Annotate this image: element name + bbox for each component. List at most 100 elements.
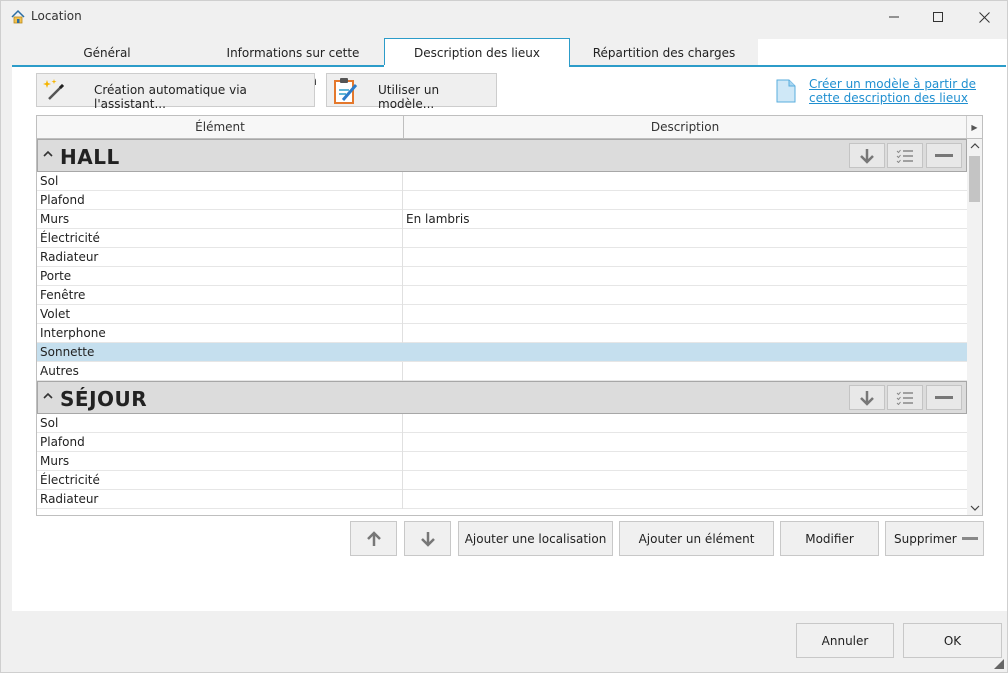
scroll-down-icon[interactable]: [967, 501, 982, 515]
group-list-button[interactable]: [887, 385, 923, 410]
cell-description[interactable]: [406, 452, 966, 471]
table-row[interactable]: Fenêtre: [37, 286, 967, 305]
cell-description[interactable]: [406, 305, 966, 324]
cell-description[interactable]: [406, 267, 966, 286]
use-template-button[interactable]: Utiliser un modèle...: [326, 73, 497, 111]
group-list-button[interactable]: [887, 143, 923, 168]
tab-description-des-lieux[interactable]: Description des lieux: [384, 38, 570, 66]
tab-general[interactable]: Général: [12, 39, 202, 66]
scroll-up-icon[interactable]: [967, 139, 982, 153]
grid-header: Élément Description ▶: [37, 116, 982, 139]
window-title: Location: [31, 9, 82, 23]
ok-button[interactable]: OK: [903, 623, 1002, 658]
maximize-icon: [933, 12, 943, 22]
cancel-button[interactable]: Annuler: [796, 623, 894, 658]
vertical-scrollbar[interactable]: [967, 139, 982, 515]
cell-description[interactable]: [406, 286, 966, 305]
arrow-up-icon: [366, 530, 381, 546]
add-location-button[interactable]: Ajouter une localisation: [458, 521, 613, 556]
tab-strip: Général Informations sur cette location …: [12, 38, 1007, 88]
table-row[interactable]: Électricité: [37, 229, 967, 248]
cell-description[interactable]: [406, 490, 966, 509]
column-menu-arrow-icon[interactable]: ▶: [966, 116, 982, 138]
checklist-icon: [896, 391, 913, 405]
group-move-down-button[interactable]: [849, 143, 885, 168]
cell-description[interactable]: [406, 433, 966, 452]
table-row[interactable]: Sol: [37, 172, 967, 191]
modify-button[interactable]: Modifier: [780, 521, 879, 556]
row-separator: [402, 490, 403, 509]
group-title: SÉJOUR: [60, 387, 148, 411]
cell-description[interactable]: [406, 324, 966, 343]
cell-description[interactable]: [406, 191, 966, 210]
table-row[interactable]: Plafond: [37, 191, 967, 210]
row-separator: [402, 452, 403, 471]
row-separator: [402, 191, 403, 210]
magic-wand-icon: [43, 79, 65, 100]
table-row-selected[interactable]: Sonnette: [37, 343, 967, 362]
create-template-link[interactable]: Créer un modèle à partir de cette descri…: [809, 77, 999, 105]
arrow-down-icon: [420, 531, 435, 547]
cell-description[interactable]: [406, 172, 966, 191]
tab-informations[interactable]: Informations sur cette location: [202, 39, 384, 88]
table-row[interactable]: Plafond: [37, 433, 967, 452]
table-row[interactable]: Interphone: [37, 324, 967, 343]
minimize-button[interactable]: [871, 1, 917, 33]
cell-description[interactable]: En lambris: [406, 210, 966, 229]
group-header-sejour[interactable]: SÉJOUR: [37, 381, 967, 414]
cell-description[interactable]: [406, 414, 966, 433]
dialog-window: Location Général Informations sur cette …: [0, 0, 1008, 673]
close-button[interactable]: [961, 1, 1007, 33]
delete-button[interactable]: Supprimer: [885, 521, 984, 556]
table-row[interactable]: Murs: [37, 452, 967, 471]
group-header-hall[interactable]: HALL: [37, 139, 967, 172]
column-header-description[interactable]: Description: [404, 116, 966, 138]
table-row[interactable]: Murs En lambris: [37, 210, 967, 229]
row-separator: [402, 210, 403, 229]
scrollbar-thumb[interactable]: [969, 156, 980, 202]
table-row[interactable]: Électricité: [37, 471, 967, 490]
resize-grip-icon[interactable]: [991, 656, 1005, 670]
maximize-button[interactable]: [915, 1, 961, 33]
cell-description[interactable]: [406, 362, 966, 381]
tab-repartition-charges[interactable]: Répartition des charges: [570, 39, 758, 66]
minus-icon: [962, 537, 978, 540]
cell-description[interactable]: [406, 343, 966, 362]
move-up-button[interactable]: [350, 521, 397, 556]
cell-element: Autres: [40, 364, 79, 378]
group-title: HALL: [60, 145, 120, 169]
group-remove-button[interactable]: [926, 385, 962, 410]
table-row[interactable]: Radiateur: [37, 490, 967, 509]
cell-description[interactable]: [406, 248, 966, 267]
move-down-button[interactable]: [404, 521, 451, 556]
row-separator: [402, 433, 403, 452]
cell-element: Sol: [40, 174, 59, 188]
clipboard-edit-icon: [334, 78, 358, 104]
cell-element: Radiateur: [40, 492, 99, 506]
table-row[interactable]: Sol: [37, 414, 967, 433]
document-icon: [776, 79, 796, 103]
add-element-button[interactable]: Ajouter un élément: [619, 521, 774, 556]
checklist-icon: [896, 149, 913, 163]
cell-element: Sonnette: [40, 345, 95, 359]
cell-description[interactable]: [406, 229, 966, 248]
table-row[interactable]: Radiateur: [37, 248, 967, 267]
cell-element: Interphone: [40, 326, 106, 340]
close-icon: [978, 11, 990, 23]
cell-element: Plafond: [40, 193, 85, 207]
group-remove-button[interactable]: [926, 143, 962, 168]
row-separator: [402, 248, 403, 267]
group-move-down-button[interactable]: [849, 385, 885, 410]
row-separator: [402, 267, 403, 286]
cell-element: Volet: [40, 307, 71, 321]
collapse-caret-icon[interactable]: [42, 390, 54, 402]
table-row[interactable]: Porte: [37, 267, 967, 286]
create-template-link-area[interactable]: Créer un modèle à partir de cette descri…: [776, 77, 1001, 107]
cell-description[interactable]: [406, 471, 966, 490]
table-row[interactable]: Volet: [37, 305, 967, 324]
column-header-element[interactable]: Élément: [37, 116, 403, 138]
cell-element: Sol: [40, 416, 59, 430]
table-row[interactable]: Autres: [37, 362, 967, 381]
collapse-caret-icon[interactable]: [42, 148, 54, 160]
wizard-button[interactable]: Création automatique via l'assistant...: [36, 73, 315, 111]
